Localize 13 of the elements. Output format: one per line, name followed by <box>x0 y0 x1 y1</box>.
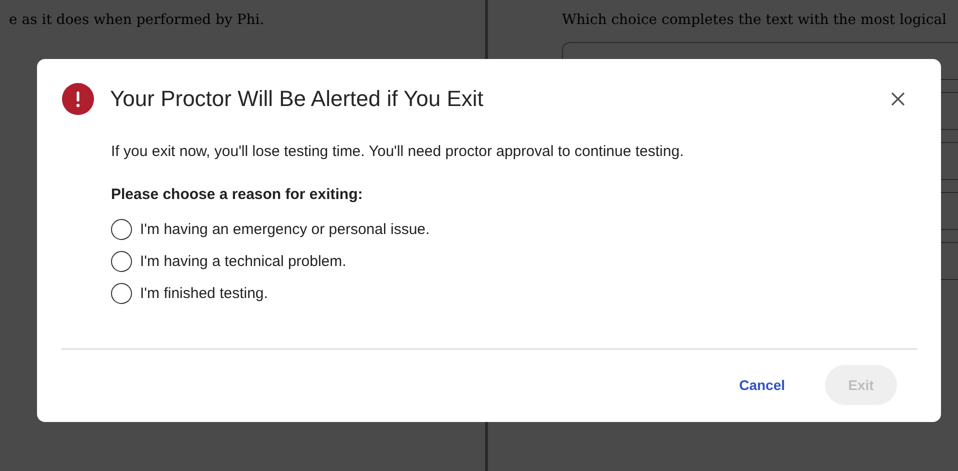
option-label[interactable]: I'm having a technical problem. <box>140 252 346 270</box>
radio-button[interactable] <box>111 282 132 304</box>
reason-prompt: Please choose a reason for exiting: <box>111 186 364 203</box>
passage-text: e as it does when performed by Phi. <box>9 12 266 28</box>
dialog-title: Your Proctor Will Be Alerted if You Exit <box>110 86 484 112</box>
option-label[interactable]: I'm finished testing. <box>140 284 268 302</box>
question-text: Which choice completes the text with the most logical <box>562 12 948 28</box>
radio-button[interactable] <box>111 250 132 272</box>
radio-button[interactable] <box>111 218 132 240</box>
alert-icon <box>62 83 94 115</box>
cancel-button[interactable]: Cancel <box>727 369 797 401</box>
dialog-message: If you exit now, you'll lose testing time. You'll need proctor approval to continue testing. <box>111 143 685 160</box>
option-label[interactable]: I'm having an emergency or personal issue. <box>140 220 430 238</box>
